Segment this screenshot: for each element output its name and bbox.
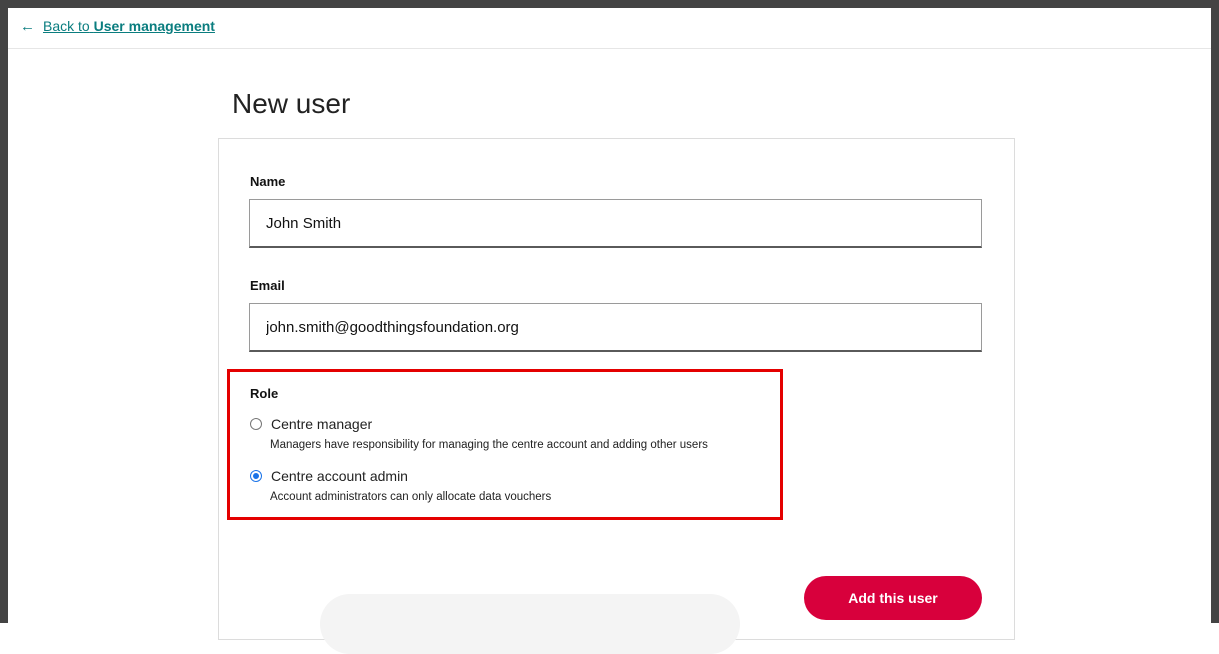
role-option-label: Centre account admin [271, 468, 408, 484]
role-label: Role [250, 386, 279, 401]
window-frame-top [0, 0, 1219, 8]
email-label: Email [250, 278, 285, 293]
arrow-left-icon: ← [20, 18, 35, 35]
window-frame-left [0, 0, 8, 623]
role-fieldset: Role Centre manager Managers have respon… [227, 369, 783, 520]
role-option-centre-manager[interactable]: Centre manager [250, 416, 372, 432]
radio-button-unchecked[interactable] [250, 418, 262, 430]
back-link-prefix: Back to [43, 18, 90, 34]
name-field[interactable] [249, 199, 982, 248]
page-title: New user [232, 88, 351, 119]
email-field[interactable] [249, 303, 982, 352]
background-decoration [320, 594, 740, 654]
name-label: Name [250, 174, 286, 189]
role-option-hint: Managers have responsibility for managin… [270, 439, 708, 451]
role-option-centre-account-admin[interactable]: Centre account admin [250, 468, 408, 484]
role-option-hint: Account administrators can only allocate… [270, 491, 552, 503]
back-link[interactable]: ← Back to User management [20, 18, 215, 35]
window-frame-right [1211, 0, 1219, 623]
back-link-target: User management [93, 18, 215, 34]
radio-button-checked[interactable] [250, 470, 262, 482]
role-option-label: Centre manager [271, 416, 373, 432]
top-bar: ← Back to User management [8, 8, 1211, 49]
add-user-button[interactable]: Add this user [804, 576, 982, 620]
